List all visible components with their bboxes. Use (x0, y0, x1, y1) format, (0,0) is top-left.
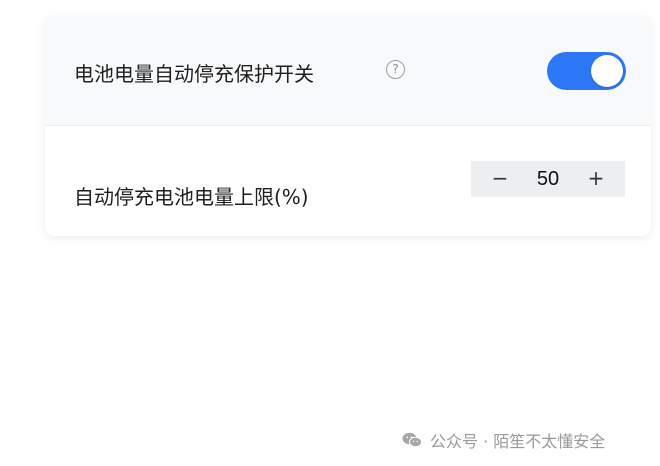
wechat-icon (402, 432, 422, 448)
battery-protection-row: 电池电量自动停充保护开关 ? (45, 16, 651, 126)
charge-limit-stepper: − 50 + (471, 161, 625, 197)
toggle-knob (591, 55, 623, 87)
battery-protection-toggle[interactable] (547, 52, 626, 90)
watermark-text: 公众号 · 陌笙不太懂安全 (430, 432, 606, 451)
page: 电池电量自动停充保护开关 ? 自动停充电池电量上限(%) − 50 + 公众号 … (0, 0, 660, 466)
increment-button[interactable]: + (571, 161, 621, 197)
help-icon[interactable]: ? (386, 60, 405, 79)
charge-limit-value[interactable]: 50 (521, 161, 575, 197)
settings-card: 电池电量自动停充保护开关 ? 自动停充电池电量上限(%) − 50 + (45, 16, 651, 236)
charge-limit-label: 自动停充电池电量上限(%) (74, 185, 309, 209)
battery-protection-label: 电池电量自动停充保护开关 (74, 62, 314, 86)
watermark: 公众号 · 陌笙不太懂安全 (402, 428, 605, 452)
decrement-button[interactable]: − (475, 161, 525, 197)
